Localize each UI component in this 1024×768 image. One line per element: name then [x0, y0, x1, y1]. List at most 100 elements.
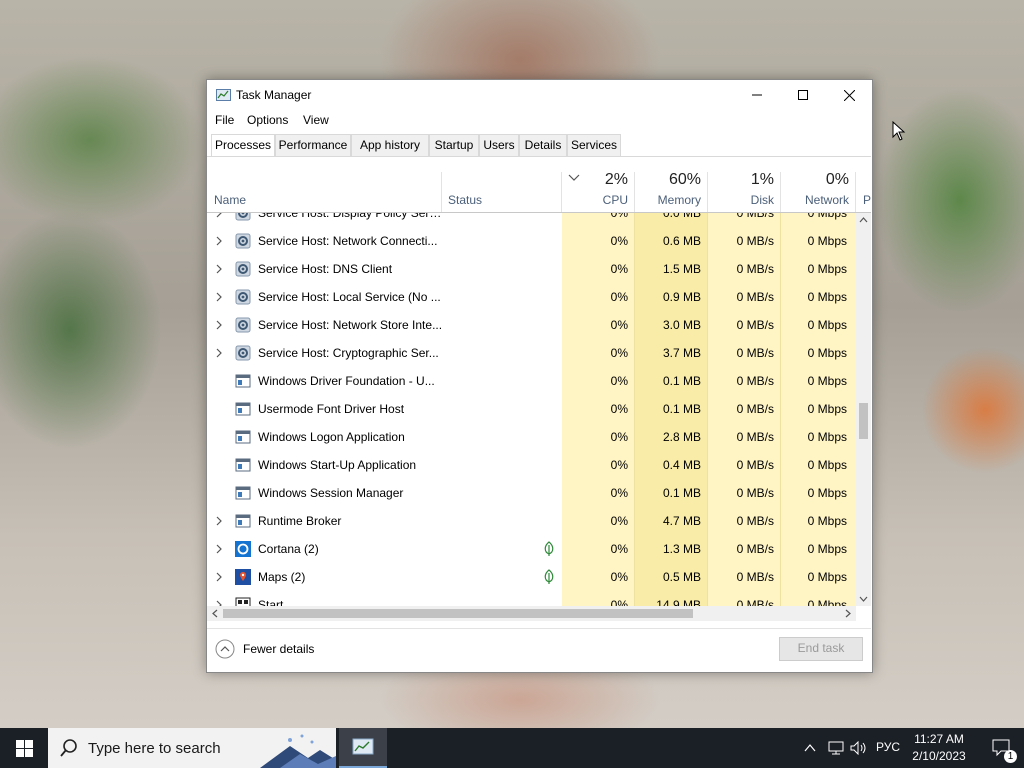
process-name: Cortana (2) [258, 542, 319, 556]
cpu-value: 0% [610, 262, 628, 276]
disk-value: 0 MB/s [736, 514, 774, 528]
header-network[interactable]: 0% Network [781, 170, 855, 212]
search-box[interactable]: Type here to search [48, 728, 336, 768]
scroll-down-icon[interactable] [859, 596, 868, 602]
taskbar: Type here to search РУС 11:27 AM 2/10/20… [0, 728, 1024, 768]
close-button[interactable] [826, 80, 872, 110]
tab-performance[interactable]: Performance [275, 134, 351, 156]
window-title: Task Manager [236, 88, 312, 102]
header-cpu[interactable]: 2% CPU [562, 170, 634, 212]
notification-center-button[interactable]: 1 [980, 728, 1024, 768]
memory-value: 0.9 MB [662, 290, 701, 304]
network-value: 0 Mbps [807, 486, 847, 500]
tray-volume[interactable] [849, 728, 869, 768]
expand-chevron-icon[interactable] [215, 572, 223, 582]
tab-processes[interactable]: Processes [211, 134, 275, 157]
vertical-scroll-thumb[interactable] [859, 403, 868, 439]
menu-view[interactable]: View [303, 113, 329, 127]
fewer-details-button[interactable]: Fewer details [215, 639, 314, 659]
expand-chevron-icon[interactable] [215, 516, 223, 526]
header-name[interactable]: Name [207, 170, 442, 212]
memory-value: 3.0 MB [662, 318, 701, 332]
process-row[interactable]: Maps (2) 0% 0.5 MB 0 MB/s 0 Mbps [207, 563, 856, 591]
search-placeholder: Type here to search [88, 740, 221, 757]
header-disk[interactable]: 1% Disk [708, 170, 780, 212]
memory-value: 0.5 MB [662, 570, 701, 584]
process-row[interactable]: Service Host: DNS Client 0% 1.5 MB 0 MB/s 0 … [207, 255, 856, 283]
tab-services[interactable]: Services [567, 134, 621, 156]
tab-strip: Processes Performance App history Startu… [211, 134, 861, 157]
tab-app-history[interactable]: App history [351, 134, 429, 156]
expand-chevron-icon[interactable] [215, 544, 223, 554]
process-row[interactable]: Service Host: Network Connecti... 0% 0.6 M… [207, 227, 856, 255]
tray-chevron[interactable] [802, 728, 818, 768]
process-row[interactable]: Windows Driver Foundation - U... 0% 0.1 MB… [207, 367, 856, 395]
menu-file[interactable]: File [215, 113, 234, 127]
tab-users[interactable]: Users [479, 134, 519, 156]
process-row[interactable]: Usermode Font Driver Host 0% 0.1 MB 0 MB/s 0… [207, 395, 856, 423]
title-bar[interactable]: Task Manager [207, 80, 872, 110]
expand-chevron-icon[interactable] [215, 213, 223, 218]
process-name: Service Host: Network Store Inte... [258, 318, 443, 332]
network-value: 0 Mbps [807, 318, 847, 332]
process-row[interactable]: Windows Start-Up Application 0% 0.4 MB 0 MB… [207, 451, 856, 479]
header-cpu-pct: 2% [604, 171, 628, 188]
scroll-left-icon[interactable] [212, 609, 218, 618]
expand-chevron-icon[interactable] [215, 236, 223, 246]
scroll-up-icon[interactable] [859, 217, 868, 223]
process-row[interactable]: Windows Session Manager 0% 0.1 MB 0 MB/s 0 M… [207, 479, 856, 507]
process-row[interactable]: Start 0% 14.9 MB 0 MB/s 0 Mbps [207, 591, 856, 606]
expand-chevron-icon[interactable] [215, 320, 223, 330]
process-row[interactable]: Cortana (2) 0% 1.3 MB 0 MB/s 0 Mbps [207, 535, 856, 563]
gear-icon [235, 345, 251, 361]
tab-details[interactable]: Details [519, 134, 567, 156]
process-row[interactable]: Service Host: Display Policy Serv... 0% 0.… [207, 213, 856, 227]
expand-chevron-icon[interactable] [215, 348, 223, 358]
process-name: Service Host: DNS Client [258, 262, 393, 276]
memory-value: 0.1 MB [662, 486, 701, 500]
cpu-value: 0% [610, 542, 628, 556]
tab-startup[interactable]: Startup [429, 134, 479, 156]
tray-network[interactable] [826, 728, 846, 768]
expand-chevron-icon[interactable] [215, 292, 223, 302]
minimize-button[interactable] [734, 80, 780, 110]
horizontal-scroll-thumb[interactable] [223, 609, 693, 618]
menu-options[interactable]: Options [247, 113, 288, 127]
header-status[interactable]: Status [448, 193, 482, 207]
task-manager-icon [216, 89, 231, 101]
start-button[interactable] [0, 728, 48, 768]
expand-chevron-icon[interactable] [215, 264, 223, 274]
end-task-button[interactable]: End task [779, 637, 863, 661]
process-row[interactable]: Runtime Broker 0% 4.7 MB 0 MB/s 0 Mbps [207, 507, 856, 535]
clock-time: 11:27 AM [914, 732, 964, 746]
disk-value: 0 MB/s [736, 374, 774, 388]
header-power-partial[interactable]: P [863, 193, 871, 207]
process-row[interactable]: Service Host: Network Store Inte... 0% 3.0… [207, 311, 856, 339]
header-memory[interactable]: 60% Memory [635, 170, 707, 212]
window-icon [235, 401, 251, 417]
scroll-right-icon[interactable] [845, 609, 851, 618]
cpu-value: 0% [610, 430, 628, 444]
window-icon [235, 457, 251, 473]
header-memory-label: Memory [657, 193, 701, 207]
clock[interactable]: 11:27 AM 2/10/2023 [905, 731, 973, 765]
header-cpu-label: CPU [602, 193, 628, 207]
gear-icon [235, 289, 251, 305]
memory-value: 4.7 MB [662, 514, 701, 528]
footer: Fewer details End task [207, 628, 871, 672]
memory-value: 0.6 MB [662, 234, 701, 248]
process-row[interactable]: Windows Logon Application 0% 2.8 MB 0 MB/s 0… [207, 423, 856, 451]
process-name: Service Host: Local Service (No ... [258, 290, 441, 304]
maximize-button[interactable] [780, 80, 826, 110]
process-row[interactable]: Service Host: Cryptographic Ser... 0% 3.7 … [207, 339, 856, 367]
network-value: 0 Mbps [807, 290, 847, 304]
vertical-scrollbar[interactable] [856, 213, 871, 606]
input-language[interactable]: РУС [876, 740, 900, 754]
process-row[interactable]: Service Host: Local Service (No ... 0% 0.9… [207, 283, 856, 311]
windows-logo-icon [15, 739, 33, 757]
fewer-details-label: Fewer details [243, 642, 315, 656]
disk-value: 0 MB/s [736, 290, 774, 304]
cpu-value: 0% [610, 486, 628, 500]
taskbar-task-manager[interactable] [339, 728, 387, 768]
horizontal-scrollbar[interactable] [207, 606, 856, 621]
